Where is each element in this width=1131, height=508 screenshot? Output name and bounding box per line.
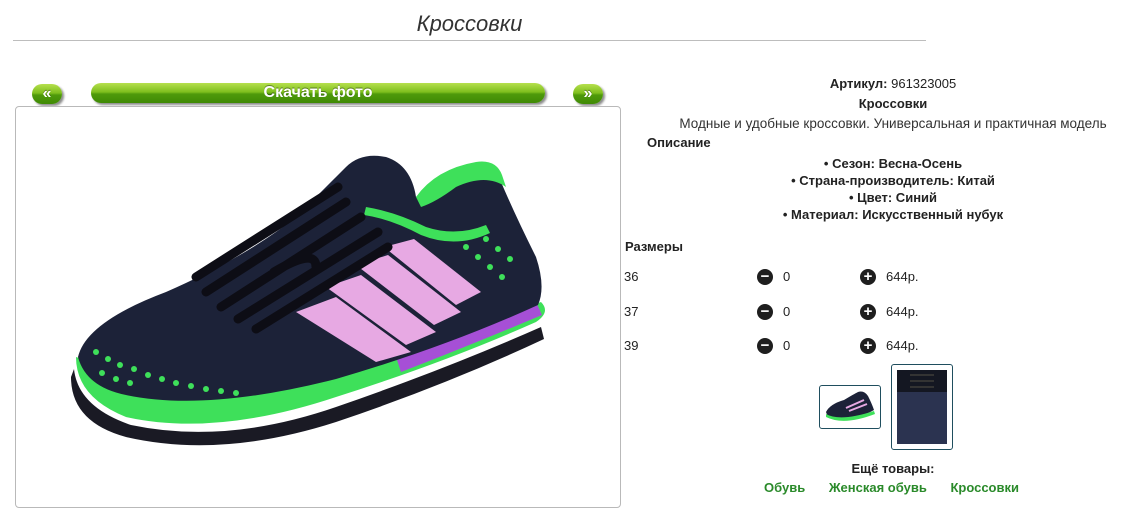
size-row: 39 − 0 + 644р. [623,338,1023,356]
price-value: 644р. [886,338,919,353]
minus-circle-icon[interactable]: − [757,338,773,354]
article-value: 961323005 [891,76,957,91]
size-value: 39 [624,338,639,353]
quantity-value: 0 [783,269,791,284]
plus-circle-icon[interactable]: + [860,269,876,285]
thumbnail-top-view[interactable] [891,364,953,450]
price-value: 644р. [886,269,919,284]
sizes-heading: Размеры [625,239,683,254]
size-row: 37 − 0 + 644р. [623,304,1023,322]
plus-circle-icon[interactable]: + [860,338,876,354]
feature-item: Сезон: Весна-Осень [623,156,1131,173]
next-photo-button[interactable]: » [573,84,603,104]
product-name: Кроссовки [858,96,928,111]
more-products-heading: Ещё товары: [851,461,935,476]
feature-list: Сезон: Весна-Осень Страна-производитель:… [623,156,1131,224]
quantity-value: 0 [783,338,791,353]
minus-circle-icon[interactable]: − [757,269,773,285]
product-photo [15,106,621,508]
feature-item: Цвет: Синий [623,190,1131,207]
article-label: Артикул: [829,76,888,91]
plus-circle-icon[interactable]: + [860,304,876,320]
thumbnail-side-view[interactable] [819,385,881,429]
title-divider [13,40,926,41]
size-value: 37 [624,304,639,319]
description-heading: Описание [647,135,711,150]
thumbnail-image [826,391,875,421]
minus-circle-icon[interactable]: − [757,304,773,320]
prev-photo-button[interactable]: « [32,84,62,104]
quantity-value: 0 [783,304,791,319]
size-value: 36 [624,269,639,284]
article-line: Артикул: 961323005 [623,76,1131,91]
size-row: 36 − 0 + 644р. [623,269,1023,287]
download-photo-button[interactable]: Скачать фото [91,83,545,103]
feature-item: Страна-производитель: Китай [623,173,1131,190]
price-value: 644р. [886,304,919,319]
feature-item: Материал: Искусственный нубук [623,207,1131,224]
sneaker-image [71,155,545,446]
thumbnail-image [897,370,947,444]
page-title: Кроссовки [416,11,523,36]
product-summary: Модные и удобные кроссовки. Универсальна… [679,116,1107,131]
